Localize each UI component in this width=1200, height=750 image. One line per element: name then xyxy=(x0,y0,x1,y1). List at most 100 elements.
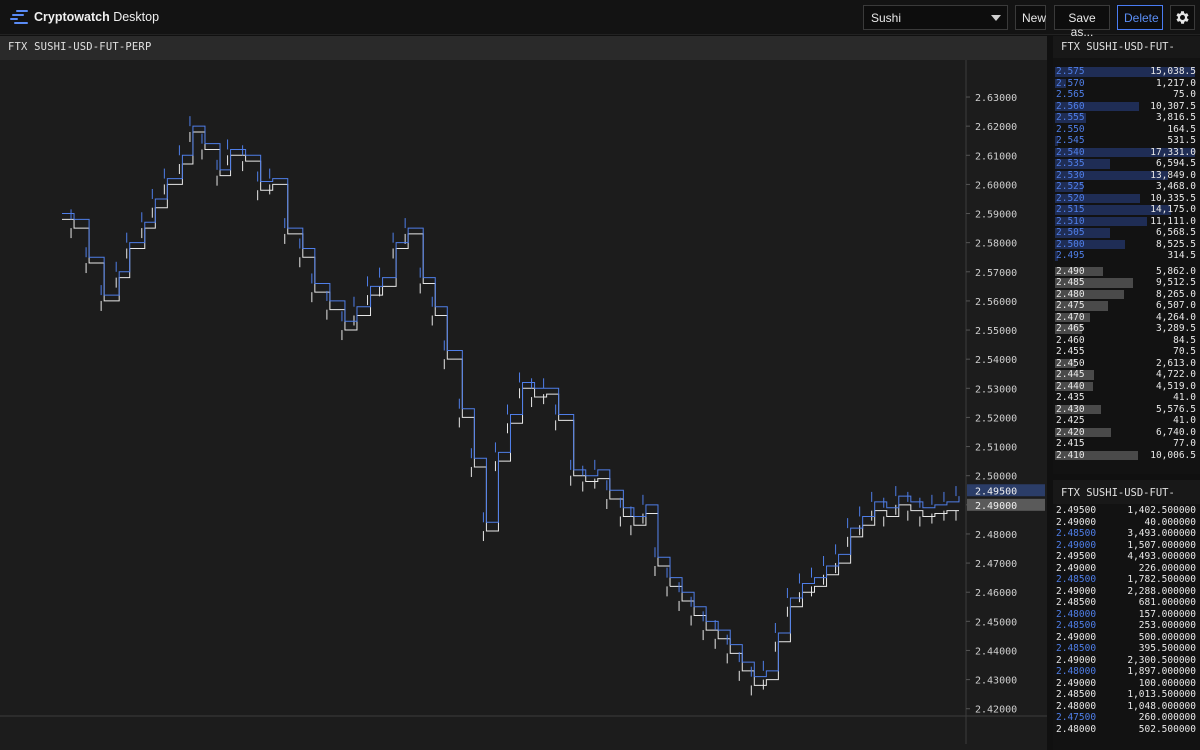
orderbook-size: 8,265.0 xyxy=(1155,288,1196,300)
y-tick-label: 2.59000 xyxy=(975,210,1017,221)
orderbook-size: 11,111.0 xyxy=(1150,215,1196,227)
y-tick-label: 2.53000 xyxy=(975,384,1017,395)
trade-price: 2.49000 xyxy=(1056,516,1097,528)
y-tick-label: 2.47000 xyxy=(975,559,1017,570)
orderbook-price: 2.425 xyxy=(1056,415,1085,426)
y-tick-label: 2.57000 xyxy=(975,268,1017,279)
orderbook-row-ask[interactable]: 2.560 10,307.5 xyxy=(1053,101,1200,113)
trade-size: 40.000000 xyxy=(1144,516,1196,528)
orderbook-row-bid[interactable]: 2.440 4,519.0 xyxy=(1053,381,1200,393)
orderbook-row-ask[interactable]: 2.570 1,217.0 xyxy=(1053,78,1200,90)
orderbook-row-ask[interactable]: 2.510 11,111.0 xyxy=(1053,216,1200,228)
save-as-button[interactable]: Save as... xyxy=(1054,5,1110,39)
orderbook-row-bid[interactable]: 2.420 6,740.0 xyxy=(1053,427,1200,439)
orderbook-row-ask[interactable]: 2.565 75.0 xyxy=(1053,89,1200,101)
orderbook-panel[interactable]: FTX SUSHI-USD-FUT- 2.575 15,038.5 2.570 1,2… xyxy=(1053,36,1200,474)
orderbook-row-ask[interactable]: 2.520 10,335.5 xyxy=(1053,193,1200,205)
orderbook-price: 2.465 xyxy=(1056,323,1085,334)
y-tick-label: 2.45000 xyxy=(975,617,1017,628)
orderbook-row-ask[interactable]: 2.525 3,468.0 xyxy=(1053,181,1200,193)
trade-row: 2.48500 253.000000 xyxy=(1053,620,1200,632)
orderbook-row-bid[interactable]: 2.475 6,507.0 xyxy=(1053,300,1200,312)
trade-size: 1,048.000000 xyxy=(1127,700,1196,712)
y-tick-label: 2.44000 xyxy=(975,646,1017,657)
chart-panel[interactable]: 2.63000 2.62000 2.61000 2.60000 2.59000 2.580… xyxy=(0,36,1047,750)
trade-row: 2.49500 1,402.500000 xyxy=(1053,505,1200,517)
trade-price: 2.49000 xyxy=(1056,562,1097,574)
y-tick-label: 2.62000 xyxy=(975,122,1017,133)
trade-size: 253.000000 xyxy=(1138,620,1196,631)
orderbook-row-ask[interactable]: 2.500 8,525.5 xyxy=(1053,239,1200,251)
orderbook-row-ask[interactable]: 2.550 164.5 xyxy=(1053,124,1200,136)
orderbook-row-ask[interactable]: 2.535 6,594.5 xyxy=(1053,158,1200,170)
y-tick-label: 2.58000 xyxy=(975,239,1017,250)
orderbook-row-ask[interactable]: 2.530 13,849.0 xyxy=(1053,170,1200,182)
orderbook-row-ask[interactable]: 2.540 17,331.0 xyxy=(1053,147,1200,159)
orderbook-size: 4,722.0 xyxy=(1155,369,1196,380)
orderbook-row-ask[interactable]: 2.545 531.5 xyxy=(1053,135,1200,147)
trade-size: 500.000000 xyxy=(1138,631,1196,643)
trade-price: 2.47500 xyxy=(1056,712,1097,723)
trade-size: 260.000000 xyxy=(1138,712,1196,723)
orderbook-price: 2.460 xyxy=(1056,334,1085,346)
orderbook-row-ask[interactable]: 2.495 314.5 xyxy=(1053,250,1200,262)
trade-row: 2.49000 100.000000 xyxy=(1053,678,1200,690)
orderbook-row-bid[interactable]: 2.435 41.0 xyxy=(1053,392,1200,404)
orderbook-row-bid[interactable]: 2.425 41.0 xyxy=(1053,415,1200,427)
trade-size: 4,493.000000 xyxy=(1127,551,1196,562)
trade-size: 2,300.500000 xyxy=(1127,654,1196,666)
trade-price: 2.48500 xyxy=(1056,620,1097,631)
orderbook-price: 2.470 xyxy=(1056,311,1085,323)
trade-size: 100.000000 xyxy=(1138,677,1196,689)
orderbook-price: 2.505 xyxy=(1056,227,1085,238)
orderbook-price: 2.525 xyxy=(1056,181,1085,192)
trade-size: 681.000000 xyxy=(1138,597,1196,608)
orderbook-row-bid[interactable]: 2.480 8,265.0 xyxy=(1053,289,1200,301)
trade-price: 2.49000 xyxy=(1056,654,1097,666)
orderbook-row-bid[interactable]: 2.465 3,289.5 xyxy=(1053,323,1200,335)
orderbook-row-bid[interactable]: 2.485 9,512.5 xyxy=(1053,277,1200,289)
orderbook-size: 70.5 xyxy=(1173,346,1196,357)
chart-title: FTX SUSHI-USD-FUT-PERP xyxy=(8,41,152,53)
orderbook-row-ask[interactable]: 2.515 14,175.0 xyxy=(1053,204,1200,216)
orderbook-price: 2.550 xyxy=(1056,123,1085,135)
orderbook-title: FTX SUSHI-USD-FUT- xyxy=(1061,41,1175,53)
orderbook-row-bid[interactable]: 2.415 77.0 xyxy=(1053,438,1200,450)
orderbook-price: 2.540 xyxy=(1056,146,1085,158)
orderbook-price: 2.440 xyxy=(1056,380,1085,392)
trade-price: 2.48500 xyxy=(1056,643,1097,654)
new-button[interactable]: New xyxy=(1015,5,1046,30)
orderbook-row-bid[interactable]: 2.460 84.5 xyxy=(1053,335,1200,347)
trades-header: FTX SUSHI-USD-FUT- xyxy=(1053,480,1200,504)
orderbook-size: 15,038.5 xyxy=(1150,66,1196,77)
app-title: Cryptowatch Desktop xyxy=(34,10,159,24)
orderbook-row-bid[interactable]: 2.470 4,264.0 xyxy=(1053,312,1200,324)
trade-size: 3,493.000000 xyxy=(1127,528,1196,539)
settings-button[interactable] xyxy=(1170,5,1195,30)
orderbook-size: 84.5 xyxy=(1173,334,1196,346)
orderbook-row-ask[interactable]: 2.555 3,816.5 xyxy=(1053,112,1200,124)
trades-panel[interactable]: FTX SUSHI-USD-FUT- 2.49500 1,402.500000 2.… xyxy=(1053,480,1200,750)
orderbook-row-ask[interactable]: 2.575 15,038.5 xyxy=(1053,66,1200,78)
layout-select[interactable]: Sushi xyxy=(863,5,1008,30)
trade-price: 2.49000 xyxy=(1056,585,1097,597)
ask-price-badge: 2.49500 xyxy=(975,486,1017,497)
orderbook-row-bid[interactable]: 2.430 5,576.5 xyxy=(1053,404,1200,416)
orderbook-row-bid[interactable]: 2.445 4,722.0 xyxy=(1053,369,1200,381)
trade-price: 2.48000 xyxy=(1056,666,1097,677)
delete-button[interactable]: Delete xyxy=(1117,5,1163,30)
orderbook-row-bid[interactable]: 2.490 5,862.0 xyxy=(1053,266,1200,278)
trade-size: 226.000000 xyxy=(1138,562,1196,574)
price-line-bid-seg1 xyxy=(670,504,959,686)
orderbook-row-bid[interactable]: 2.450 2,613.0 xyxy=(1053,358,1200,370)
orderbook-size: 6,594.5 xyxy=(1155,158,1196,169)
trade-row: 2.48500 1,782.500000 xyxy=(1053,574,1200,586)
orderbook-row-bid[interactable]: 2.410 10,006.5 xyxy=(1053,450,1200,462)
orderbook-row-bid[interactable]: 2.455 70.5 xyxy=(1053,346,1200,358)
y-tick-label: 2.56000 xyxy=(975,297,1017,308)
price-chart[interactable]: 2.63000 2.62000 2.61000 2.60000 2.59000 2.580… xyxy=(0,36,1047,750)
orderbook-row-ask[interactable]: 2.505 6,568.5 xyxy=(1053,227,1200,239)
orderbook-price: 2.485 xyxy=(1056,277,1085,288)
orderbook-size: 10,006.5 xyxy=(1150,449,1196,461)
trade-price: 2.49000 xyxy=(1056,539,1097,551)
